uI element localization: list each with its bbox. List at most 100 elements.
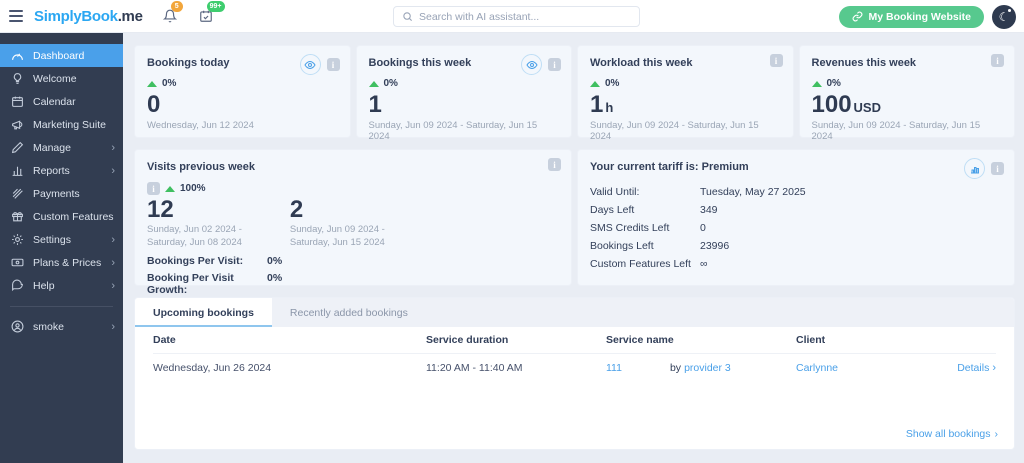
- gear-icon: [11, 233, 24, 246]
- chevron-right-icon: [111, 280, 115, 292]
- search-input[interactable]: [419, 11, 631, 23]
- tab-upcoming-bookings[interactable]: Upcoming bookings: [135, 298, 272, 327]
- chat-bubble-icon: [11, 279, 24, 292]
- tariff-value: 23996: [700, 240, 729, 252]
- sidebar-item-label: Manage: [33, 142, 71, 154]
- sidebar-item-dashboard[interactable]: Dashboard: [0, 44, 123, 67]
- col-header-service: Service name: [606, 334, 796, 346]
- sidebar-user-label: smoke: [33, 321, 64, 333]
- dark-mode-moon-icon[interactable]: ☾: [992, 5, 1016, 29]
- app-logo[interactable]: SimplyBook.me: [34, 8, 143, 25]
- metric-value: 0%: [267, 255, 282, 267]
- stat-period: Sunday, Jun 09 2024 - Saturday, Jun 15 2…: [590, 120, 781, 142]
- stat-value: 1: [369, 91, 382, 118]
- tariff-chart-icon[interactable]: [964, 158, 985, 179]
- info-icon[interactable]: i: [548, 58, 561, 71]
- chevron-right-icon: [111, 142, 115, 154]
- show-all-bookings-link[interactable]: Show all bookings›: [906, 428, 998, 440]
- notifications-bell-icon[interactable]: 5: [161, 7, 179, 25]
- tariff-row: Bookings Left23996: [590, 240, 1002, 252]
- tariff-value: Tuesday, May 27 2025: [700, 186, 806, 198]
- search-icon: [402, 11, 413, 22]
- sidebar-item-label: Marketing Suite: [33, 119, 106, 131]
- sidebar-item-marketing-suite[interactable]: Marketing Suite: [0, 113, 123, 136]
- trend-up-icon: [590, 81, 600, 87]
- chevron-right-icon: [111, 234, 115, 246]
- stat-unit: USD: [854, 100, 881, 115]
- stat-value: 1: [590, 91, 603, 118]
- bookings-tabs: Upcoming bookings Recently added booking…: [135, 298, 1014, 327]
- sidebar-item-label: Settings: [33, 234, 71, 246]
- info-icon[interactable]: i: [548, 158, 561, 171]
- eye-icon[interactable]: [300, 54, 321, 75]
- visits-current-value: 12: [147, 197, 242, 223]
- sidebar-item-label: Plans & Prices: [33, 257, 101, 269]
- info-icon[interactable]: i: [327, 58, 340, 71]
- stat-card-bookings-today: Bookings today i 0% 0 Wednesday, Jun 12 …: [134, 45, 351, 138]
- sidebar-item-user[interactable]: smoke: [0, 315, 123, 338]
- client-link[interactable]: Carlynne: [796, 362, 838, 374]
- sidebar-item-payments[interactable]: Payments: [0, 182, 123, 205]
- tariff-row: Days Left349: [590, 204, 1002, 216]
- tariff-row: Valid Until:Tuesday, May 27 2025: [590, 186, 1002, 198]
- current-tariff-card: Your current tariff is: Premium i Valid …: [577, 149, 1015, 286]
- logo-brand: SimplyBook: [34, 8, 118, 25]
- table-header-row: Date Service duration Service name Clien…: [153, 327, 996, 354]
- megaphone-icon: [11, 118, 24, 131]
- gift-icon: [11, 210, 24, 223]
- tariff-label: Valid Until:: [590, 186, 700, 198]
- metric-label: Bookings Per Visit:: [147, 255, 267, 267]
- sidebar-item-custom-features[interactable]: Custom Features: [0, 205, 123, 228]
- sidebar-item-label: Payments: [33, 188, 80, 200]
- info-icon[interactable]: i: [770, 54, 783, 67]
- stat-card-bookings-week: Bookings this week i 0% 1 Sunday, Jun 09…: [356, 45, 573, 138]
- stat-value: 100: [812, 91, 852, 118]
- money-icon: [11, 256, 24, 269]
- trend-value: 0%: [162, 78, 176, 89]
- tariff-label: SMS Credits Left: [590, 222, 700, 234]
- eye-icon[interactable]: [521, 54, 542, 75]
- info-icon[interactable]: i: [147, 182, 160, 195]
- card-title: Visits previous week: [147, 161, 559, 173]
- dashboard-icon: [11, 49, 24, 62]
- calendar-icon: [11, 95, 24, 108]
- chevron-right-icon: [111, 321, 115, 333]
- bookings-card: Upcoming bookings Recently added booking…: [134, 297, 1015, 450]
- by-text: by: [670, 362, 681, 374]
- tasks-calendar-icon[interactable]: 99+: [197, 7, 215, 25]
- sidebar-item-help[interactable]: Help: [0, 274, 123, 297]
- my-booking-website-label: My Booking Website: [869, 11, 971, 23]
- provider-link[interactable]: provider 3: [684, 362, 731, 374]
- visits-previous-period: Sunday, Jun 09 2024 -: [290, 224, 385, 235]
- card-title: Workload this week: [590, 57, 781, 69]
- sidebar-item-welcome[interactable]: Welcome: [0, 67, 123, 90]
- sidebar-item-manage[interactable]: Manage: [0, 136, 123, 159]
- col-header-duration: Service duration: [426, 334, 606, 346]
- my-booking-website-button[interactable]: My Booking Website: [839, 6, 984, 28]
- stat-card-revenues-week: Revenues this week i 0% 100USD Sunday, J…: [799, 45, 1016, 138]
- trend-up-icon: [147, 81, 157, 87]
- trend-up-icon: [369, 81, 379, 87]
- stat-unit: h: [605, 100, 613, 115]
- metric-value: 0%: [267, 272, 282, 296]
- tariff-label: Custom Features Left: [590, 258, 700, 270]
- payments-icon: [11, 187, 24, 200]
- bookings-table: Date Service duration Service name Clien…: [135, 327, 1014, 419]
- hamburger-icon[interactable]: [0, 10, 34, 22]
- sidebar-item-label: Dashboard: [33, 50, 84, 62]
- service-link[interactable]: 111: [606, 362, 622, 374]
- info-icon[interactable]: i: [991, 54, 1004, 67]
- tariff-label: Days Left: [590, 204, 700, 216]
- sidebar-item-calendar[interactable]: Calendar: [0, 90, 123, 113]
- sidebar-item-settings[interactable]: Settings: [0, 228, 123, 251]
- info-icon[interactable]: i: [991, 162, 1004, 175]
- trend-value: 100%: [180, 183, 206, 194]
- main-content: Bookings today i 0% 0 Wednesday, Jun 12 …: [123, 33, 1024, 463]
- sidebar-item-label: Custom Features: [33, 211, 114, 223]
- details-link[interactable]: Details›: [957, 362, 996, 374]
- stat-period: Sunday, Jun 09 2024 - Saturday, Jun 15 2…: [369, 120, 560, 142]
- trend-value: 0%: [827, 78, 841, 89]
- sidebar-item-reports[interactable]: Reports: [0, 159, 123, 182]
- sidebar-item-plans-prices[interactable]: Plans & Prices: [0, 251, 123, 274]
- tab-recently-added-bookings[interactable]: Recently added bookings: [272, 298, 426, 327]
